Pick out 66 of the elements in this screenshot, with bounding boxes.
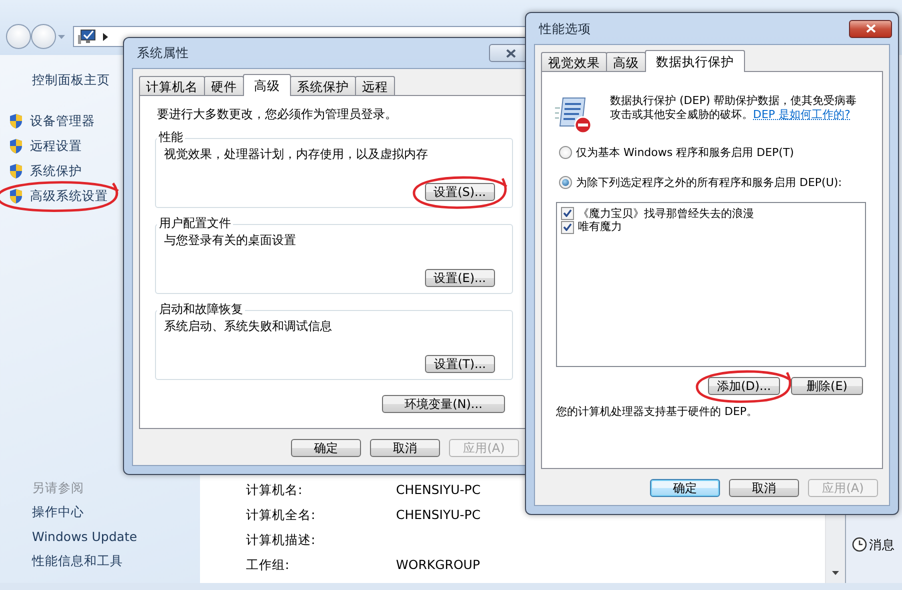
close-button[interactable]: [849, 20, 892, 38]
sidebar-link[interactable]: 性能信息和工具: [32, 553, 200, 569]
dialog-button[interactable]: 确定: [650, 479, 720, 497]
group-title: 性能: [157, 130, 185, 145]
shield-icon: [8, 138, 24, 154]
environment-variables-button[interactable]: 环境变量(N)...: [382, 395, 505, 413]
close-icon: [866, 24, 876, 33]
dialog-button[interactable]: 取消: [729, 479, 799, 497]
window-title: 性能选项: [539, 20, 591, 36]
group-description: 系统启动、系统失败和调试信息: [164, 319, 333, 334]
program-list[interactable]: 《魔力宝贝》找寻那曾经失去的浪漫 唯有魔力: [556, 202, 866, 366]
list-button[interactable]: 删除(E): [791, 376, 863, 394]
sidebar-link[interactable]: 设备管理器: [30, 113, 95, 129]
info-value: CHENSIYU-PC: [396, 506, 481, 522]
shield-icon: [8, 188, 24, 204]
settings-button[interactable]: 设置(S)...: [424, 183, 495, 201]
group-description: 视觉效果，处理器计划，内存使用，以及虚拟内存: [164, 147, 429, 162]
group-title: 启动和故障恢复: [157, 302, 245, 317]
forward-button[interactable]: [31, 24, 56, 49]
chevron-icon: [103, 32, 108, 40]
sidebar-link[interactable]: 高级系统设置: [30, 188, 108, 204]
info-label: 计算机全名:: [246, 506, 316, 522]
tab[interactable]: 远程: [355, 76, 395, 95]
section-heading: 另请参阅: [32, 480, 85, 496]
info-text: 要进行大多数更改，您必须作为管理员登录。: [156, 107, 398, 122]
sidebar-link[interactable]: 系统保护: [30, 163, 82, 179]
checkbox-item[interactable]: 唯有魔力: [561, 220, 861, 234]
info-label: 计算机名:: [246, 482, 304, 498]
radio-option[interactable]: 仅为基本 Windows 程序和服务启用 DEP(T): [559, 146, 866, 160]
sidebar-link[interactable]: 远程设置: [30, 138, 82, 154]
document-blocked-icon: [555, 96, 593, 134]
info-value: CHENSIYU-PC: [396, 482, 481, 498]
tab[interactable]: 计算机名: [139, 76, 205, 95]
close-icon: [506, 48, 516, 58]
help-link[interactable]: DEP 是如何工作的?: [753, 108, 850, 121]
dialog-button[interactable]: 确定: [291, 439, 361, 457]
back-button[interactable]: [6, 24, 31, 49]
tab[interactable]: 高级: [606, 52, 646, 71]
tab[interactable]: 数据执行保护: [645, 50, 745, 72]
scroll-down-icon: [832, 571, 839, 575]
clock-icon: [852, 537, 867, 552]
checkbox-item[interactable]: 《魔力宝贝》找寻那曾经失去的浪漫: [561, 206, 861, 220]
info-label: 工作组:: [246, 556, 290, 572]
tab[interactable]: 硬件: [204, 76, 244, 95]
group-description: 与您登录有关的桌面设置: [164, 233, 297, 248]
panel-link[interactable]: 消息: [869, 537, 895, 553]
info-label: 计算机描述:: [246, 532, 316, 548]
window-title: 系统属性: [137, 45, 189, 61]
radio-option[interactable]: 为除下列选定程序之外的所有程序和服务启用 DEP(U):: [559, 176, 866, 190]
tab[interactable]: 视觉效果: [541, 52, 607, 71]
dialog-button[interactable]: 取消: [370, 439, 440, 457]
computer-icon: [78, 28, 96, 44]
list-button[interactable]: 添加(D)...: [708, 376, 780, 394]
dropdown-icon: [58, 35, 65, 39]
sidebar-link[interactable]: 操作中心: [32, 504, 200, 520]
group-title: 用户配置文件: [157, 216, 233, 231]
shield-icon: [8, 113, 24, 130]
description-text: 数据执行保护 (DEP) 帮助保护数据，使其免受病毒攻击或其他安全威胁的破坏。DEP 是如何工作的?: [610, 94, 858, 123]
settings-button[interactable]: 设置(T)...: [424, 355, 495, 373]
tab[interactable]: 系统保护: [290, 76, 356, 95]
info-value: WORKGROUP: [396, 556, 480, 572]
info-text: 您的计算机处理器支持基于硬件的 DEP。: [556, 404, 759, 418]
sidebar-link[interactable]: Windows Update: [32, 528, 200, 544]
tab[interactable]: 高级: [243, 74, 291, 96]
shield-icon: [8, 163, 24, 180]
settings-button[interactable]: 设置(E)...: [424, 269, 495, 287]
